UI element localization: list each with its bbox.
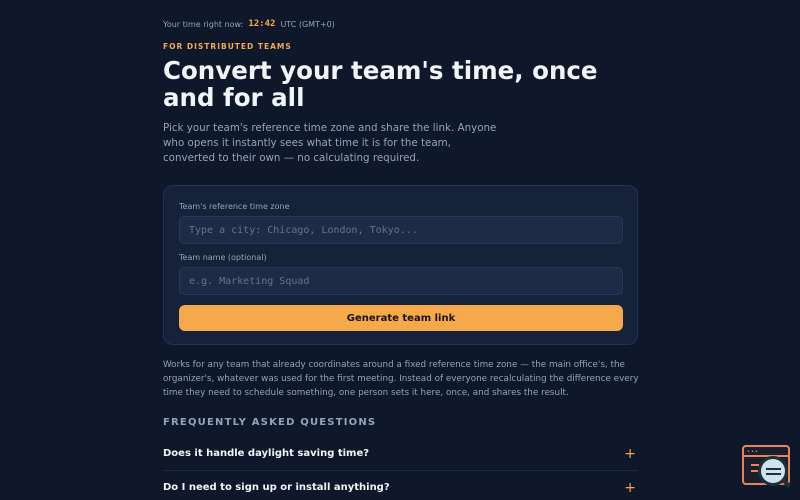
time-label: Your time right now:	[163, 19, 244, 29]
time-value: 12:42	[248, 19, 276, 29]
timezone-input-placeholder: Type a city: Chicago, London, Tokyo...	[189, 224, 418, 236]
expand-plus-icon[interactable]: +	[624, 480, 636, 496]
faq-question: Does it handle daylight saving time?	[163, 448, 370, 459]
faq-item-signup[interactable]: Do I need to sign up or install anything…	[163, 471, 638, 500]
page-title: Convert your team's time, once and for a…	[163, 56, 598, 112]
timezone-label: UTC (GMT+0)	[280, 19, 335, 29]
magnifier-line	[766, 468, 781, 470]
team-link-form: Team's reference time zone Type a city: …	[163, 185, 638, 345]
expand-plus-icon[interactable]: +	[624, 446, 636, 462]
description-text: Works for any team that already coordina…	[163, 360, 639, 398]
eyebrow: FOR DISTRIBUTED TEAMS	[163, 42, 292, 51]
team-name-field-label: Team name (optional)	[179, 253, 267, 262]
timezone-field-label: Team's reference time zone	[179, 202, 290, 211]
faq-item-daylight-saving[interactable]: Does it handle daylight saving time? +	[163, 437, 638, 470]
magnifier-line	[766, 473, 781, 475]
timezone-input[interactable]: Type a city: Chicago, London, Tokyo...	[179, 216, 623, 244]
current-time-row: Your time right now: 12:42 UTC (GMT+0)	[163, 19, 638, 29]
team-name-input[interactable]: e.g. Marketing Squad	[179, 267, 623, 295]
generate-link-button[interactable]: Generate team link	[179, 305, 623, 331]
magnifier-icon[interactable]	[758, 456, 791, 488]
team-name-input-placeholder: e.g. Marketing Squad	[189, 275, 310, 287]
faq-question: Do I need to sign up or install anything…	[163, 482, 390, 493]
page: Your time right now: 12:42 UTC (GMT+0) F…	[0, 0, 800, 500]
faq-heading: FREQUENTLY ASKED QUESTIONS	[163, 417, 377, 428]
page-subtitle: Pick your team's reference time zone and…	[163, 122, 497, 164]
